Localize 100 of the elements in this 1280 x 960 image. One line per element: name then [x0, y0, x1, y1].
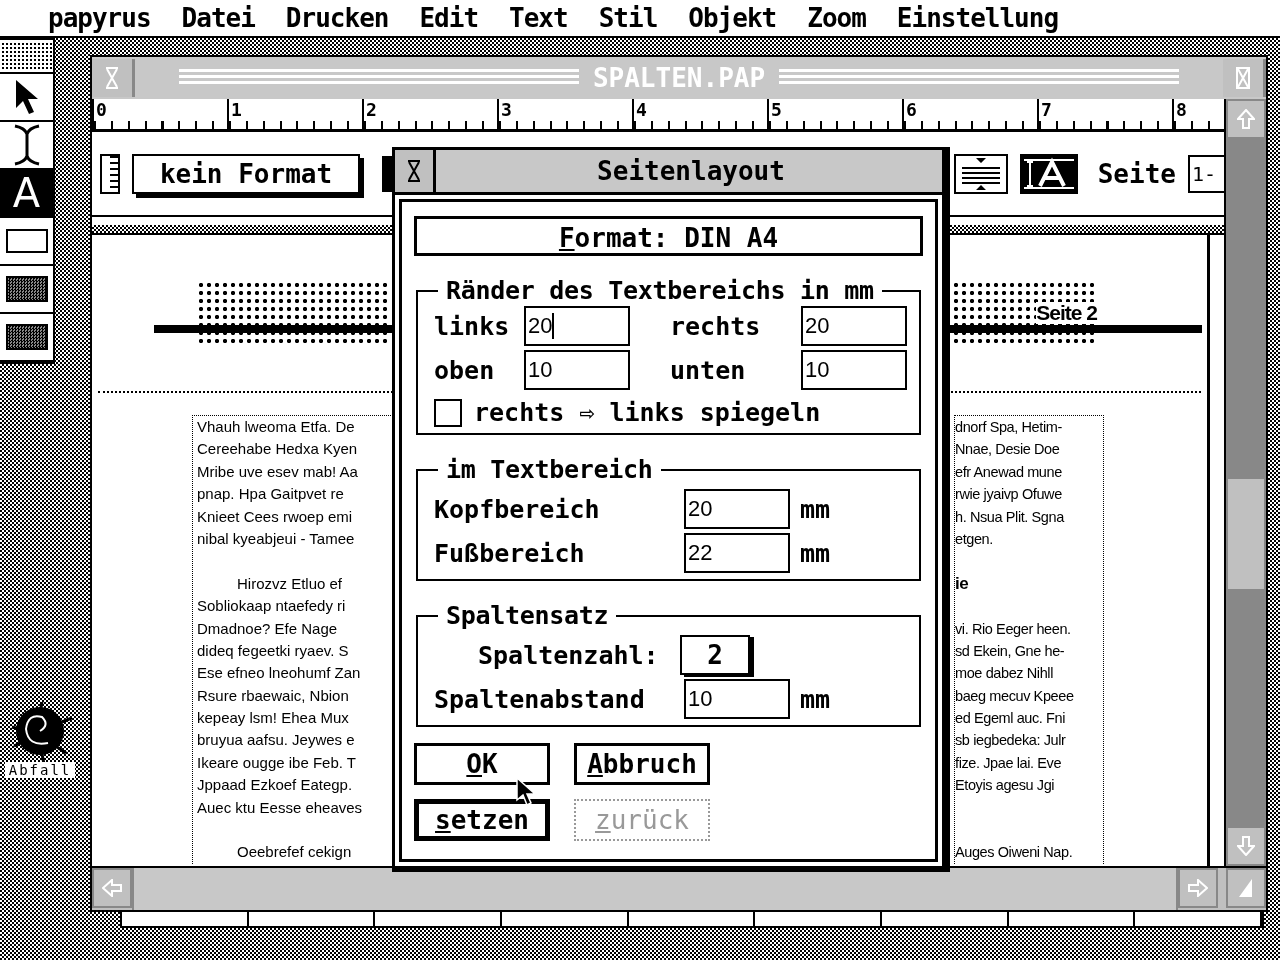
dialog-button[interactable]: setzen	[414, 799, 550, 841]
input-field[interactable]: 22	[684, 533, 790, 573]
text-line: Dmadnoe? Efe Nage	[197, 618, 339, 639]
text-line: dnorf Spa, Hetim-	[955, 418, 1063, 437]
trash-label: Abfall	[4, 762, 76, 778]
page-header: Seite 2	[1036, 302, 1097, 324]
dialog-button[interactable]: OK	[414, 743, 550, 785]
unit-label: mm	[800, 494, 831, 524]
text-line: Ikeare ougge ibe Feb. T	[197, 752, 357, 773]
input-field[interactable]: 20	[524, 306, 630, 346]
format-button[interactable]: Format: DIN A4	[414, 216, 923, 256]
arrow-pointer-icon	[13, 78, 40, 116]
text-line: Hirozvz Etluo ef	[236, 573, 344, 594]
text-line: Oeebrefef cekign	[236, 842, 353, 863]
ruler-number: 2	[365, 99, 378, 122]
text-line: pnap. Hpa Gaitpvet re	[197, 484, 345, 505]
line-spacing-icon[interactable]	[953, 153, 1008, 194]
text-line: Nnae, Desie Doe	[955, 440, 1061, 460]
text-frame-icon[interactable]	[1019, 153, 1078, 194]
dialog-button[interactable]: Abbruch	[574, 743, 710, 785]
input-field[interactable]: 10	[801, 350, 907, 390]
left-arrow-icon	[102, 879, 122, 897]
text-line: Etoyis agesu Jgi	[955, 776, 1056, 796]
text-cursor-icon	[12, 124, 41, 166]
scroll-thumb[interactable]	[1228, 479, 1264, 589]
ruler-number: 1	[230, 99, 243, 122]
input-field[interactable]: 10	[684, 679, 790, 719]
tool-button[interactable]: A	[0, 170, 53, 218]
ruler-number: 6	[905, 99, 918, 122]
text-line: Auges Oiweni Nap.	[955, 843, 1074, 863]
input-field[interactable]: 10	[524, 350, 630, 390]
text-line: moe dabez Nihll	[955, 664, 1054, 684]
column-heading: ie	[955, 572, 970, 595]
rectangle-icon	[5, 229, 48, 253]
scroll-up-button[interactable]	[1226, 99, 1266, 139]
field-label: Kopfbereich	[434, 494, 601, 524]
group-title: im Textbereich	[445, 455, 654, 485]
menu-item[interactable]: Einstellung	[896, 3, 1059, 33]
text-line: Sobliokaap ntaefedy ri	[197, 596, 347, 617]
field-label: links	[434, 311, 511, 341]
text-line: etgen.	[955, 529, 994, 549]
menu-item[interactable]: Text	[509, 3, 568, 33]
text-line: Auec ktu Eesse eheaves	[197, 797, 364, 818]
group-title: Ränder des Textbereichs in mm	[445, 276, 875, 306]
text-line: Knieet Cees rwoep emi	[197, 506, 354, 527]
fullscreen-button[interactable]	[1223, 59, 1266, 97]
group-title: Spaltensatz	[445, 601, 610, 631]
close-button[interactable]	[395, 150, 436, 192]
fill-pattern-icon	[5, 324, 48, 350]
fill-pattern-icon	[5, 276, 48, 302]
ruler-number: 5	[770, 99, 783, 122]
right-arrow-icon	[1188, 879, 1208, 897]
input-field[interactable]: 20	[684, 489, 790, 529]
text-line: kepeay lsm! Ehea Mux	[197, 708, 350, 729]
menu-item[interactable]: Datei	[181, 3, 255, 33]
resize-icon	[1238, 878, 1254, 898]
text-line: Ese efneo lneohumf Zan	[197, 663, 362, 684]
text-line: dideq fegeetki ryaev. S	[197, 640, 350, 661]
field-label: rechts	[669, 311, 762, 341]
ruler-number: 3	[500, 99, 513, 122]
input-field[interactable]: 20	[801, 306, 907, 346]
text-line: sb iegbedeka: Julr	[955, 731, 1067, 751]
menu-item[interactable]: Edit	[419, 3, 479, 33]
scroll-down-button[interactable]	[1226, 826, 1266, 866]
scroll-left-button[interactable]	[92, 868, 132, 908]
scroll-right-button[interactable]	[1178, 868, 1218, 908]
ruler-number: 8	[1175, 99, 1188, 122]
field-label: oben	[434, 355, 496, 385]
ruler-number: 7	[1040, 99, 1053, 122]
tool-button[interactable]	[0, 40, 53, 74]
text-line: Vhauh lweoma Etfa. De	[197, 417, 356, 437]
ruler-number: 4	[635, 99, 648, 122]
field-label: Spaltenzahl:	[477, 640, 660, 670]
text-line: vi. Rio Eeger heen.	[955, 619, 1072, 639]
checkbox[interactable]	[434, 398, 462, 427]
field-label: unten	[669, 355, 747, 385]
checkbox-label: rechts ⇨ links spiegeln	[474, 398, 821, 427]
resize-handle[interactable]	[1226, 868, 1266, 908]
menu-item[interactable]: Stil	[598, 3, 658, 33]
text-line: bruyua aafsu. Jeywes e	[197, 730, 356, 751]
text-line: Cereehabe Hedxa Kyen	[197, 439, 359, 460]
menu-item[interactable]: Drucken	[285, 3, 389, 33]
up-arrow-icon	[1237, 109, 1255, 129]
text-line: rwie jyaivp Ofuwe	[955, 485, 1063, 505]
ruler-number: 0	[95, 99, 108, 122]
text-line: Jppaad Ezkoef Eategp.	[197, 775, 354, 796]
text-line: sd Ekein, Gne he-	[955, 641, 1066, 661]
page-label: Seite	[1097, 158, 1176, 189]
menu-item[interactable]: Objekt	[688, 3, 777, 33]
text-line: Mribe uve esev mab! Aa	[197, 461, 359, 482]
hourglass-icon	[1236, 67, 1250, 89]
unit-label: mm	[800, 684, 831, 714]
field-label: Spaltenabstand	[434, 684, 646, 714]
menu-item[interactable]: Zoom	[807, 3, 866, 33]
menu-item[interactable]: papyrus	[48, 3, 151, 33]
text-line: efr Anewad mune	[955, 462, 1063, 482]
ruler-icon[interactable]	[100, 153, 120, 194]
unit-label: mm	[800, 538, 831, 568]
text-line: nibal kyeabjeui - Tamee	[197, 528, 356, 549]
text-line: Rsure rbaewaic, Nbion	[197, 685, 350, 706]
